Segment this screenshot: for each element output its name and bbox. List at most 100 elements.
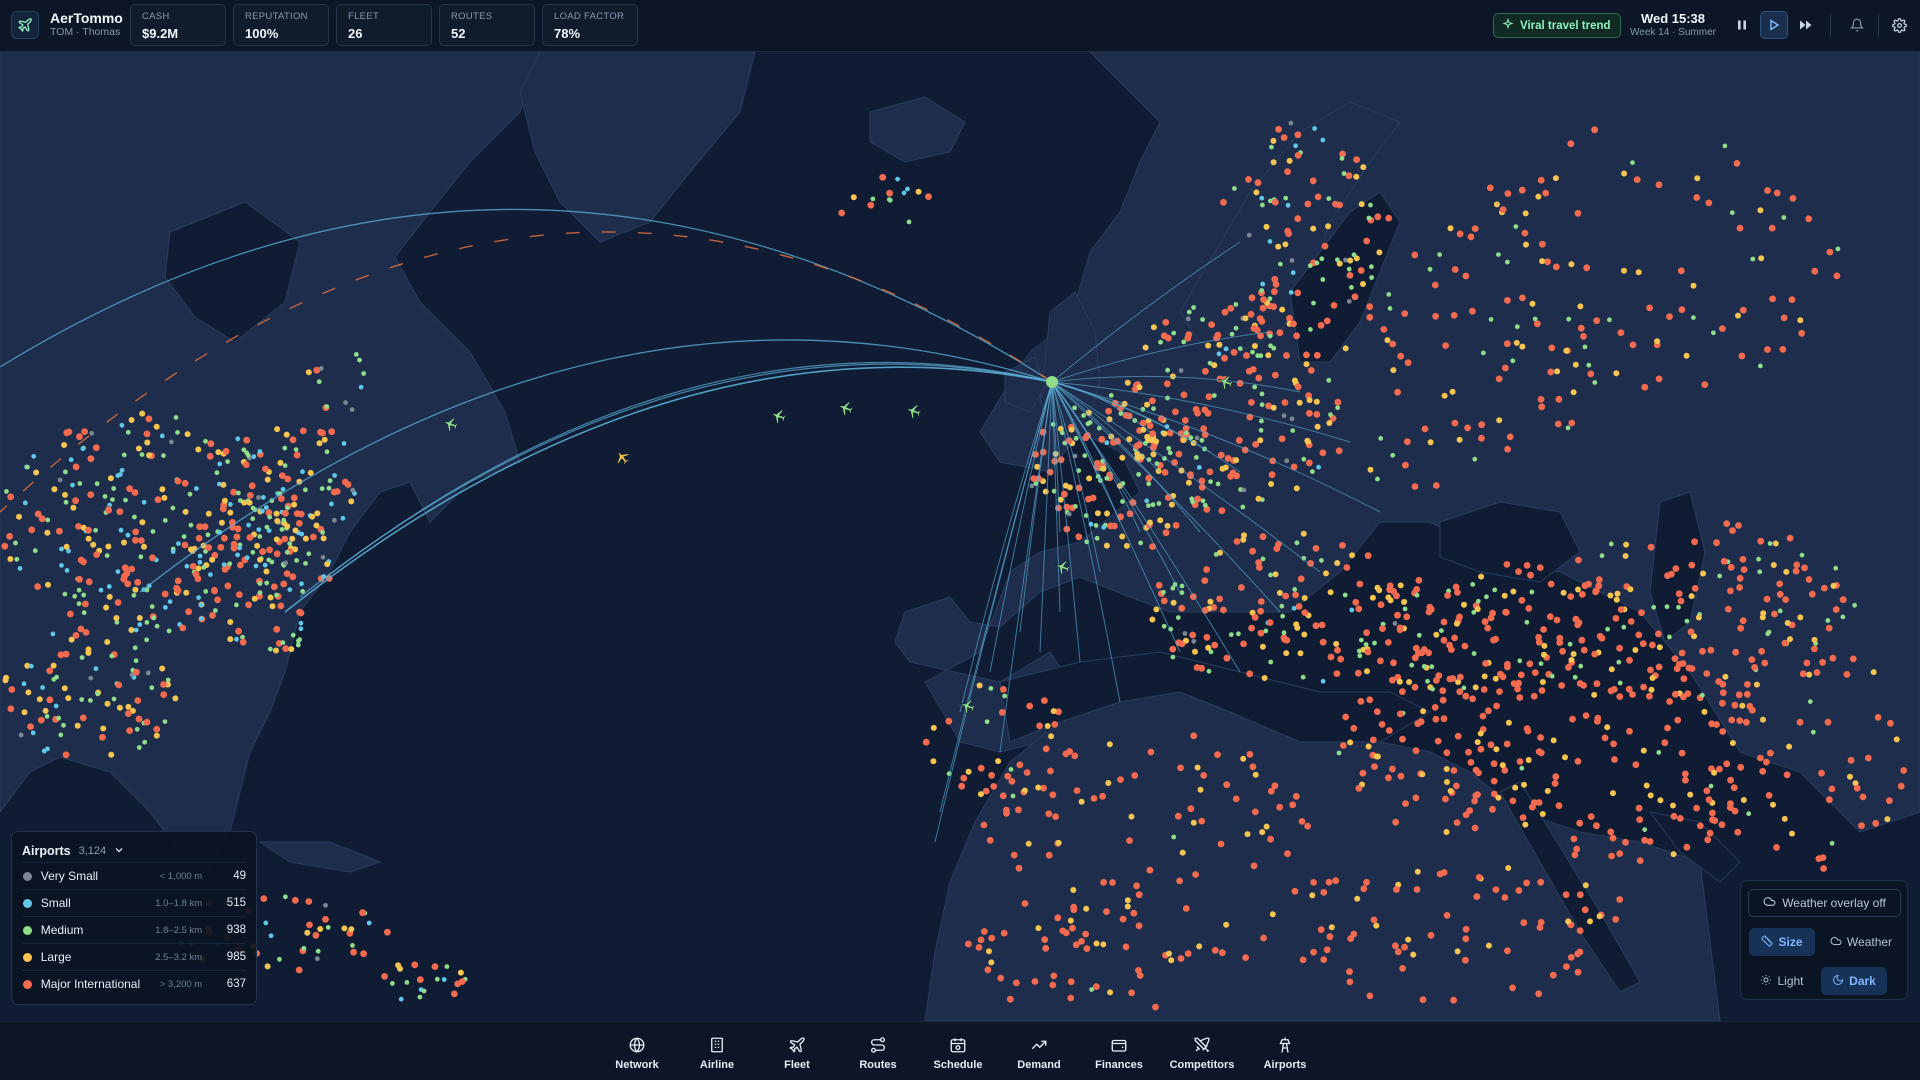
airport-dot[interactable] xyxy=(1281,630,1287,636)
airport-dot[interactable] xyxy=(1295,603,1303,610)
stat-reputation[interactable]: REPUTATION 100% xyxy=(233,4,329,46)
airport-dot[interactable] xyxy=(314,956,320,962)
airport-dot[interactable] xyxy=(1389,765,1396,773)
airport-dot[interactable] xyxy=(1252,384,1257,390)
airport-dot[interactable] xyxy=(1365,743,1372,750)
airport-dot[interactable] xyxy=(209,556,216,563)
airport-dot[interactable] xyxy=(1699,647,1706,655)
airport-dot[interactable] xyxy=(1229,331,1235,337)
airport-dot[interactable] xyxy=(1205,644,1212,651)
airport-dot[interactable] xyxy=(104,700,111,707)
airport-dot[interactable] xyxy=(1360,164,1367,171)
airport-dot[interactable] xyxy=(31,453,37,459)
chevron-down-icon[interactable] xyxy=(114,842,124,860)
airport-dot[interactable] xyxy=(1164,522,1171,529)
airport-dot[interactable] xyxy=(237,545,242,551)
airport-dot[interactable] xyxy=(1206,468,1214,476)
airport-dot[interactable] xyxy=(1297,650,1304,657)
airport-dot[interactable] xyxy=(282,509,289,517)
airport-dot[interactable] xyxy=(1746,811,1752,817)
airport-dot[interactable] xyxy=(296,638,301,644)
airport-dot[interactable] xyxy=(1170,654,1176,660)
airport-dot[interactable] xyxy=(1170,599,1177,606)
airport-dot[interactable] xyxy=(1627,586,1634,593)
airport-dot[interactable] xyxy=(154,496,162,504)
airport-dot[interactable] xyxy=(1123,542,1130,549)
airport-dot[interactable] xyxy=(7,493,15,501)
airport-dot[interactable] xyxy=(1447,225,1454,232)
airport-dot[interactable] xyxy=(1392,942,1399,950)
airport-dot[interactable] xyxy=(277,956,282,962)
airport-dot[interactable] xyxy=(1290,428,1296,433)
airport-dot[interactable] xyxy=(1350,724,1358,732)
airport-dot[interactable] xyxy=(1469,307,1476,315)
airport-dot[interactable] xyxy=(246,492,254,499)
airport-dot[interactable] xyxy=(1810,729,1816,735)
airport-dot[interactable] xyxy=(1835,246,1841,252)
airport-dot[interactable] xyxy=(324,561,331,568)
airport-dot[interactable] xyxy=(95,691,101,697)
airport-dot[interactable] xyxy=(1177,955,1185,962)
airport-dot[interactable] xyxy=(1283,352,1290,359)
airport-dot[interactable] xyxy=(417,994,423,1000)
airport-dot[interactable] xyxy=(257,590,263,596)
airport-dot[interactable] xyxy=(1576,680,1584,687)
airport-dot[interactable] xyxy=(1691,538,1698,546)
airport-dot[interactable] xyxy=(1461,685,1467,691)
airport-dot[interactable] xyxy=(1243,352,1250,359)
airport-dot[interactable] xyxy=(1409,662,1415,668)
airport-dot[interactable] xyxy=(416,976,424,983)
airport-dot[interactable] xyxy=(115,473,121,478)
airport-dot[interactable] xyxy=(1567,954,1575,961)
airport-dot[interactable] xyxy=(1706,829,1714,837)
airport-dot[interactable] xyxy=(1451,266,1459,273)
airport-dot[interactable] xyxy=(107,475,114,482)
airport-dot[interactable] xyxy=(1485,942,1492,949)
airport-dot[interactable] xyxy=(1677,597,1685,605)
airport-dot[interactable] xyxy=(1782,596,1789,603)
airport-dot[interactable] xyxy=(1242,315,1249,322)
airport-dot[interactable] xyxy=(1786,743,1793,750)
airport-dot[interactable] xyxy=(1310,948,1317,956)
airport-dot[interactable] xyxy=(1670,812,1678,820)
airport-dot[interactable] xyxy=(1248,624,1255,632)
airport-dot[interactable] xyxy=(1357,267,1365,274)
airport-dot[interactable] xyxy=(1189,631,1197,639)
airport-dot[interactable] xyxy=(321,436,328,443)
airport-dot[interactable] xyxy=(1161,623,1167,629)
airport-dot[interactable] xyxy=(1366,215,1372,221)
airport-dot[interactable] xyxy=(1235,436,1243,444)
airport-dot[interactable] xyxy=(264,580,270,586)
airport-dot[interactable] xyxy=(986,948,992,955)
airport-dot[interactable] xyxy=(1385,727,1393,734)
airport-dot[interactable] xyxy=(100,725,107,732)
airport-dot[interactable] xyxy=(1419,771,1426,778)
airport-dot[interactable] xyxy=(1682,776,1689,784)
airport-dot[interactable] xyxy=(1271,345,1277,351)
airport-dot[interactable] xyxy=(1363,629,1370,637)
airport-dot[interactable] xyxy=(1179,590,1185,596)
airport-dot[interactable] xyxy=(1849,655,1857,663)
airport-dot[interactable] xyxy=(1171,834,1177,840)
play-button[interactable] xyxy=(1760,11,1788,39)
airport-dot[interactable] xyxy=(1570,835,1578,843)
airport-dot[interactable] xyxy=(291,896,299,904)
airport-dot[interactable] xyxy=(222,447,230,455)
airport-dot[interactable] xyxy=(1567,641,1573,647)
airport-dot[interactable] xyxy=(1337,655,1345,663)
stat-cash[interactable]: CASH $9.2M xyxy=(130,4,226,46)
airport-dot[interactable] xyxy=(62,591,68,597)
airport-dot[interactable] xyxy=(1160,332,1168,340)
airport-dot[interactable] xyxy=(1161,430,1168,437)
airport-dot[interactable] xyxy=(1496,688,1503,695)
airport-dot[interactable] xyxy=(1646,304,1653,312)
airport-dot[interactable] xyxy=(128,627,135,633)
airport-dot[interactable] xyxy=(1390,367,1397,374)
airport-dot[interactable] xyxy=(145,670,151,676)
airport-dot[interactable] xyxy=(1825,618,1831,623)
airport-dot[interactable] xyxy=(1094,510,1101,517)
airport-dot[interactable] xyxy=(1271,198,1279,206)
airport-dot[interactable] xyxy=(277,602,285,610)
airport-dot[interactable] xyxy=(1859,793,1867,801)
airport-dot[interactable] xyxy=(1341,171,1347,176)
